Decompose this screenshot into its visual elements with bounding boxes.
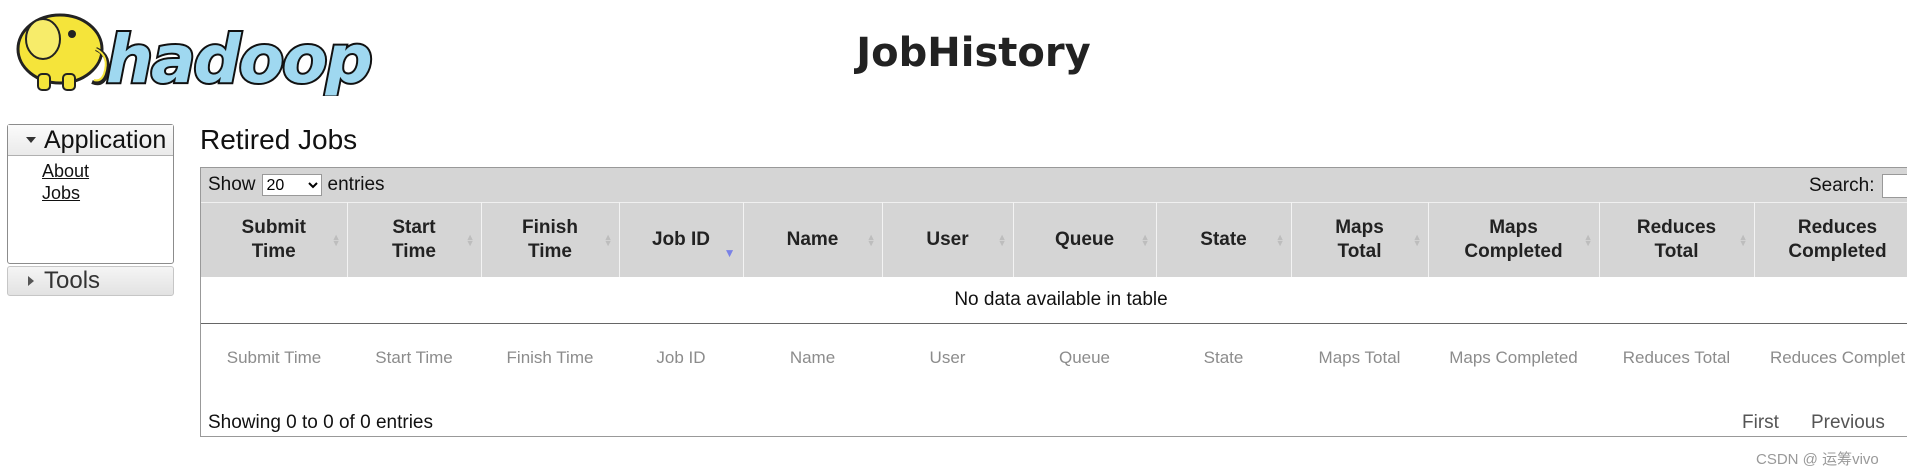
column-footer-job-id: Job ID [656, 348, 706, 367]
tools-nav-header[interactable]: Tools [7, 266, 174, 296]
column-header-label: Reduces Completed [1788, 217, 1887, 262]
column-footer-maps-total: Maps Total [1318, 348, 1401, 367]
column-footer-reduces-total: Reduces Total [1622, 348, 1731, 367]
sort-desc-icon: ▼ [723, 246, 736, 260]
column-header-queue[interactable]: Queue ▲ ▼ [1013, 202, 1157, 277]
column-footer-submit-time: Submit Time [226, 348, 322, 367]
column-header-maps-total[interactable]: Maps Total ▲ ▼ [1291, 202, 1429, 277]
nav-link-about[interactable]: About [42, 160, 173, 182]
column-header-user[interactable]: User ▲ ▼ [882, 202, 1014, 277]
entries-label: entries [327, 174, 385, 195]
sort-both-icon: ▲▼ [331, 232, 341, 248]
application-label: Application [44, 125, 167, 154]
column-footer-maps-completed: Maps Completed [1449, 348, 1578, 367]
empty-row: No data available in table [201, 277, 1907, 324]
sort-both-icon: ▲▼ [465, 232, 475, 248]
column-header-label: Maps Completed [1464, 217, 1563, 262]
column-header-reduces-completed[interactable]: Reduces Completed▲▼ [1754, 202, 1907, 277]
column-header-reduces-total[interactable]: Reduces Total ▲ ▼ [1599, 202, 1755, 277]
column-footer-finish-time: Finish Time [506, 348, 594, 367]
sort-both-icon: ▲▼ [1583, 232, 1593, 248]
sort-both-icon: ▲▼ [1412, 232, 1422, 248]
search-label: Search: [1809, 175, 1875, 196]
column-footer-reduces-completed: Reduces Complet [1769, 348, 1906, 367]
column-footer-queue: Queue [1058, 348, 1111, 367]
application-nav-header[interactable]: Application [8, 125, 173, 156]
nav-link-jobs[interactable]: Jobs [42, 182, 173, 204]
table-info: Showing 0 to 0 of 0 entries [208, 412, 433, 433]
column-footer-start-time: Start Time [375, 348, 453, 367]
jobs-table: Submit Time ▲ ▼ Start Time ▲ ▼ Finish Time ▲ ▼ Jo… [201, 202, 1907, 392]
column-header-label: State [1200, 229, 1247, 250]
section-title: Retired Jobs [200, 124, 358, 155]
tools-label: Tools [44, 267, 101, 294]
page-title: JobHistory [856, 30, 1091, 76]
table-toolbar: Show 20 entries Search: [201, 168, 1907, 202]
column-header-start-time[interactable]: Start Time ▲ ▼ [347, 202, 482, 277]
first-page-button[interactable]: First [1742, 412, 1779, 434]
column-header-maps-completed[interactable]: Maps Completed ▲ ▼ [1428, 202, 1600, 277]
column-header-job-id[interactable]: Job ID ▼ [619, 202, 744, 277]
sort-both-icon: ▲▼ [1738, 232, 1748, 248]
column-header-submit-time[interactable]: Submit Time ▲ ▼ [201, 202, 348, 277]
caret-right-icon [28, 276, 34, 286]
show-label: Show [208, 174, 256, 195]
column-header-label: Reduces Total [1636, 217, 1717, 262]
column-header-label: Start Time [391, 217, 436, 262]
page-length-select[interactable]: 20 [261, 174, 322, 196]
column-footer-state: State [1203, 348, 1244, 367]
sort-both-icon: ▲▼ [1140, 232, 1150, 248]
column-header-label: Queue [1054, 229, 1115, 250]
pagination: First Previous [1742, 412, 1885, 434]
column-footer-name: Name [789, 348, 836, 367]
search-input[interactable] [1882, 174, 1907, 198]
sort-both-icon: ▲▼ [603, 232, 613, 248]
jobs-table-panel: Show 20 entries Search: Submit Time ▲ ▼ Sta… [200, 167, 1907, 437]
empty-message: No data available in table [201, 277, 1907, 324]
column-header-label: Job ID [651, 229, 711, 250]
column-header-label: Maps Total [1335, 217, 1384, 262]
column-header-label: Submit Time [241, 217, 306, 262]
column-header-state[interactable]: State ▲ ▼ [1156, 202, 1292, 277]
column-header-label: Finish Time [522, 217, 578, 262]
sort-both-icon: ▲▼ [866, 232, 876, 248]
sort-both-icon: ▲▼ [997, 232, 1007, 248]
previous-page-button[interactable]: Previous [1811, 412, 1885, 434]
application-nav: Application About Jobs [7, 124, 174, 264]
column-header-name[interactable]: Name ▲ ▼ [743, 202, 883, 277]
column-footer-user: User [929, 348, 966, 367]
watermark: CSDN @⁦ 运筹vivo [1756, 451, 1879, 468]
column-header-label: Name [786, 229, 839, 250]
column-header-finish-time[interactable]: Finish Time ▲ ▼ [481, 202, 620, 277]
sort-both-icon: ▲▼ [1275, 232, 1285, 248]
caret-down-icon [26, 137, 36, 143]
column-header-label: User [926, 229, 969, 250]
